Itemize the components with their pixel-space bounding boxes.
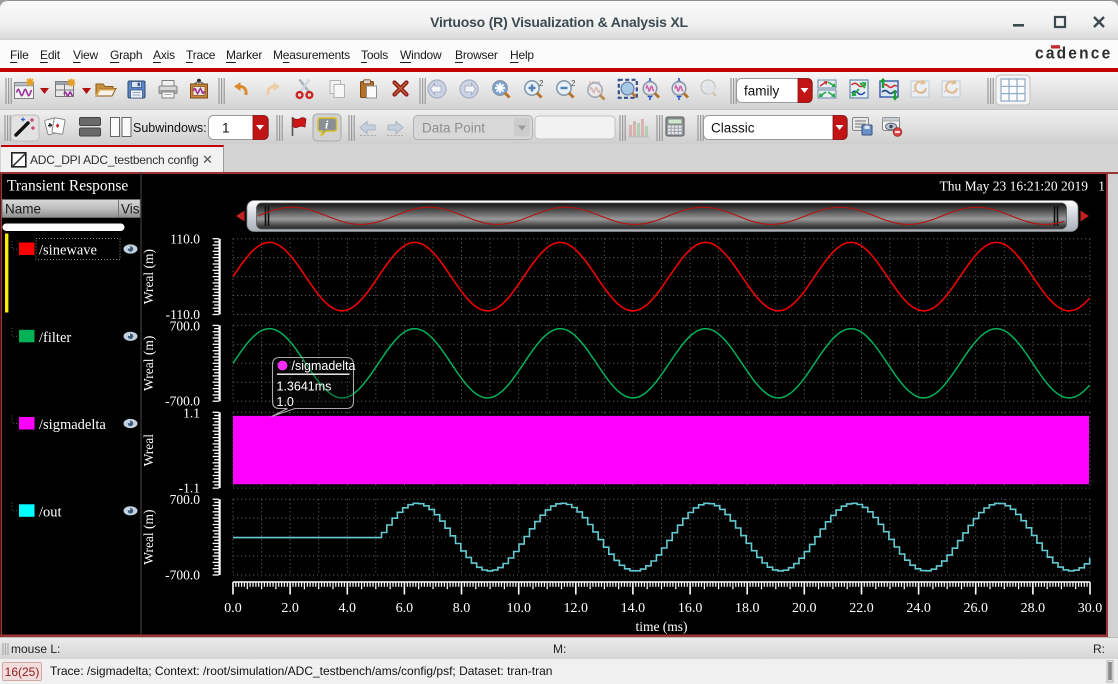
svg-text:1: 1 <box>222 121 230 136</box>
svg-text:2: 2 <box>571 79 576 88</box>
svg-text:/sinewave: /sinewave <box>39 243 97 259</box>
svg-text:Wreal (m): Wreal (m) <box>141 336 156 391</box>
svg-text:700.0: 700.0 <box>170 492 201 507</box>
svg-text:110.0: 110.0 <box>170 232 200 247</box>
svg-text:26.0: 26.0 <box>963 601 988 616</box>
svg-text:/sigmadelta: /sigmadelta <box>292 359 356 373</box>
svg-text:16.0: 16.0 <box>678 601 703 616</box>
svg-text:time (ms): time (ms) <box>635 619 687 634</box>
svg-text:-700.0: -700.0 <box>165 568 200 583</box>
svg-text:8.0: 8.0 <box>453 601 471 616</box>
svg-text:1.0: 1.0 <box>277 395 294 409</box>
svg-text:4.0: 4.0 <box>339 601 357 616</box>
svg-text:20.0: 20.0 <box>792 601 817 616</box>
svg-text:700.0: 700.0 <box>170 318 201 333</box>
svg-text:18.0: 18.0 <box>735 601 760 616</box>
svg-text:12.0: 12.0 <box>564 601 589 616</box>
svg-text:/filter: /filter <box>39 330 71 346</box>
svg-text:0.0: 0.0 <box>224 601 242 616</box>
svg-text:1: 1 <box>1098 179 1105 194</box>
svg-text:Wreal: Wreal <box>141 434 156 467</box>
svg-text:Name: Name <box>5 202 41 217</box>
svg-text:Classic: Classic <box>711 121 755 136</box>
svg-text:10.0: 10.0 <box>506 601 531 616</box>
svg-text:Wreal (m): Wreal (m) <box>141 509 156 564</box>
svg-text:22.0: 22.0 <box>849 601 874 616</box>
svg-text:Data Point: Data Point <box>422 121 485 136</box>
svg-text:24.0: 24.0 <box>906 601 931 616</box>
svg-text:Wreal (m): Wreal (m) <box>141 249 156 304</box>
svg-text:14.0: 14.0 <box>621 601 646 616</box>
svg-text:Subwindows:: Subwindows: <box>133 121 207 135</box>
svg-text:/sigmadelta: /sigmadelta <box>39 417 106 433</box>
svg-text:30.0: 30.0 <box>1078 601 1103 616</box>
svg-text:1.3641ms: 1.3641ms <box>277 380 332 394</box>
svg-text:2.0: 2.0 <box>281 601 299 616</box>
svg-text:♦: ♦ <box>56 121 60 130</box>
svg-text:/out: /out <box>39 504 62 520</box>
svg-text:6.0: 6.0 <box>396 601 414 616</box>
svg-text:2: 2 <box>539 79 544 88</box>
svg-text:Vis: Vis <box>121 202 140 217</box>
svg-text:Thu May 23 16:21:20 2019: Thu May 23 16:21:20 2019 <box>940 179 1089 194</box>
svg-text:family: family <box>744 84 780 99</box>
svg-text:1.1: 1.1 <box>183 405 200 420</box>
svg-text:Transient Response: Transient Response <box>7 178 128 195</box>
svg-text:28.0: 28.0 <box>1021 601 1046 616</box>
